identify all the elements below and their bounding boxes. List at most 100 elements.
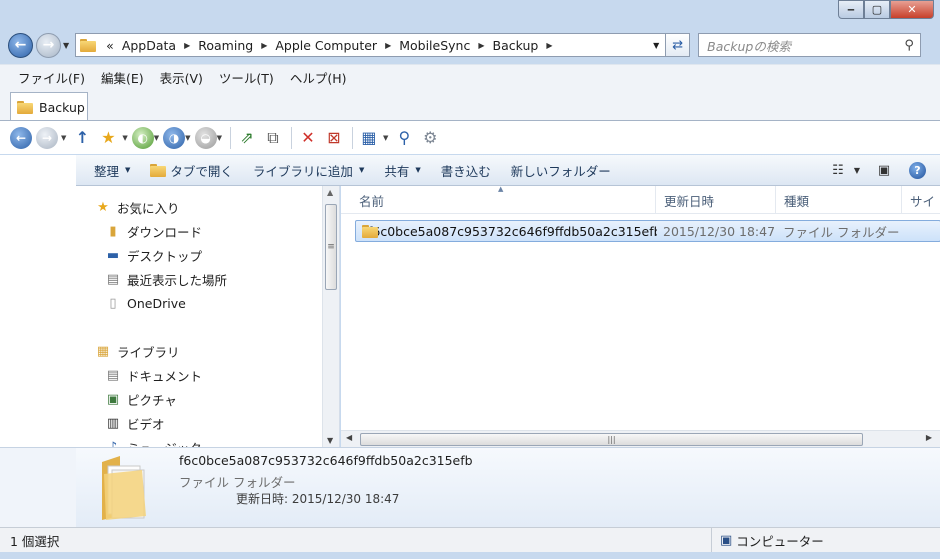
refresh-button[interactable]: ⇄ <box>666 33 691 57</box>
column-header-size[interactable]: サイ <box>902 186 940 214</box>
column-header-date[interactable]: 更新日時 <box>656 186 776 214</box>
downloads-folder-icon: ▮ <box>109 223 117 239</box>
share-label: 共有 <box>384 163 410 179</box>
nav-label: 最近表示した場所 <box>127 272 228 288</box>
toolbar-separator <box>290 126 292 149</box>
column-header-type[interactable]: 種類 <box>776 186 902 214</box>
new-folder-button[interactable]: 新しいフォルダー <box>501 161 621 180</box>
scroll-right-icon[interactable]: ▶ <box>926 433 932 442</box>
chevron-right-icon[interactable]: ▶ <box>180 41 194 50</box>
table-row[interactable]: f6c0bce5a087c953732c646f9ffdb50a2c315efb… <box>355 220 940 242</box>
chevron-down-icon[interactable]: ▼ <box>383 134 388 142</box>
menu-bar: ファイル(F) 編集(E) 表示(V) ツール(T) ヘルプ(H) <box>0 64 940 90</box>
column-label: 種類 <box>784 193 810 209</box>
up-arrow-icon[interactable]: ↑ <box>70 126 94 150</box>
delete-window-icon[interactable]: ⊠ <box>322 126 346 150</box>
breadcrumb-backup[interactable]: Backup <box>489 38 543 53</box>
nav-recent-places[interactable]: ▤ 最近表示した場所 <box>104 268 227 290</box>
menu-view[interactable]: 表示(V) <box>152 68 211 87</box>
nav-libraries[interactable]: ▦ ライブラリ <box>94 340 180 362</box>
search-icon[interactable]: ⚲ <box>898 38 920 53</box>
chevron-down-icon[interactable]: ▼ <box>61 134 66 142</box>
column-header-name[interactable]: ▲ 名前 <box>341 185 656 214</box>
back-arrow-icon: ← <box>14 37 27 53</box>
chevron-down-icon[interactable]: ▼ <box>185 134 190 142</box>
status-location: ▣ コンピューター <box>712 531 824 550</box>
chevron-right-icon[interactable]: ▶ <box>474 41 488 50</box>
back-button[interactable]: ← <box>8 32 33 58</box>
view-dropdown-icon[interactable]: ▼ <box>851 166 863 175</box>
organize-button[interactable]: 整理 ▼ <box>76 161 140 180</box>
nav-downloads[interactable]: ▮ ダウンロード <box>104 220 202 242</box>
details-modified-date: 更新日時: 2015/12/30 18:47 <box>236 492 400 506</box>
tab-backup[interactable]: Backup <box>10 92 88 121</box>
globe-disabled-icon[interactable]: ◒ <box>194 126 217 149</box>
copy-to-icon[interactable]: ⧉ <box>261 126 285 150</box>
globe-forward-icon[interactable]: ◑ <box>163 126 186 149</box>
nav-favorites[interactable]: ★ お気に入り <box>94 196 179 218</box>
command-bar: 整理 ▼ タブで開く ライブラリに追加 ▼ 共有 ▼ 書き込む 新しいフォルダー ☷ … <box>76 155 940 186</box>
scroll-up-icon[interactable]: ▲ <box>327 188 333 197</box>
open-in-tab-button[interactable]: タブで開く <box>140 161 243 180</box>
chevron-right-icon[interactable]: ▶ <box>257 41 271 50</box>
chevron-down-icon[interactable]: ▼ <box>154 134 159 142</box>
nav-scroll-thumb[interactable]: ≡ <box>325 204 337 290</box>
horizontal-scrollbar[interactable]: ◀ ||| ▶ <box>341 430 940 447</box>
breadcrumb-mobilesync[interactable]: MobileSync <box>395 38 474 53</box>
libraries-icon: ▦ <box>96 343 110 359</box>
share-button[interactable]: 共有 ▼ <box>374 161 430 180</box>
new-folder-label: 新しいフォルダー <box>510 163 611 179</box>
menu-file[interactable]: ファイル(F) <box>10 68 93 87</box>
move-to-icon[interactable]: ⇗ <box>235 126 259 150</box>
star-icon[interactable]: ★ <box>96 126 120 150</box>
chevron-right-icon[interactable]: ▶ <box>381 41 395 50</box>
chevron-down-icon[interactable]: ▼ <box>122 134 127 142</box>
forward-arrow-icon: → <box>42 37 55 53</box>
scroll-down-icon[interactable]: ▼ <box>327 436 333 445</box>
minimize-button[interactable]: ‒ <box>838 0 864 19</box>
nav-documents[interactable]: ▤ ドキュメント <box>104 364 202 386</box>
address-dropdown-icon[interactable]: ▼ <box>647 41 665 50</box>
address-bar[interactable]: « AppData ▶ Roaming ▶ Apple Computer ▶ M… <box>75 33 667 57</box>
chevron-down-icon[interactable]: ▼ <box>217 134 222 142</box>
nav-music[interactable]: ♪ ミュージック <box>104 436 202 448</box>
search-input[interactable]: Backupの検索 ⚲ <box>698 33 922 57</box>
change-view-icon[interactable]: ☷ <box>825 163 851 178</box>
nav-pictures[interactable]: ▣ ピクチャ <box>104 388 177 410</box>
menu-edit[interactable]: 編集(E) <box>93 68 152 87</box>
add-to-library-label: ライブラリに追加 <box>252 163 353 179</box>
view-options-icon[interactable]: ▦ <box>357 126 381 150</box>
forward-button[interactable]: → <box>36 32 61 58</box>
help-icon[interactable]: ? <box>909 161 926 179</box>
globe-back-icon[interactable]: ◐ <box>131 126 154 149</box>
scroll-left-icon[interactable]: ◀ <box>346 433 352 442</box>
nav-onedrive[interactable]: ▯ OneDrive <box>104 292 185 314</box>
folder-icon <box>80 38 97 52</box>
add-to-library-button[interactable]: ライブラリに追加 ▼ <box>243 161 374 180</box>
breadcrumb-roaming[interactable]: Roaming <box>194 38 257 53</box>
menu-tools[interactable]: ツール(T) <box>211 68 282 87</box>
nav-scrollbar[interactable]: ▲ ≡ ▼ <box>322 186 339 447</box>
horizontal-scroll-thumb[interactable]: ||| <box>360 433 863 446</box>
chevron-right-icon[interactable]: ▶ <box>542 41 556 50</box>
settings-gear-icon[interactable]: ⚙ <box>418 126 442 150</box>
toolbar-back-icon[interactable]: ← <box>10 126 32 149</box>
breadcrumb-apple-computer[interactable]: Apple Computer <box>271 38 381 53</box>
delete-icon[interactable]: ✕ <box>296 126 320 150</box>
menu-help[interactable]: ヘルプ(H) <box>282 68 355 87</box>
file-date: 2015/12/30 18:47 <box>663 223 776 239</box>
tab-strip: Backup <box>0 90 940 121</box>
burn-button[interactable]: 書き込む <box>431 161 501 180</box>
recent-pages-dropdown[interactable]: ▼ <box>63 41 69 50</box>
star-icon: ★ <box>97 199 109 215</box>
toolbar-separator <box>229 126 231 149</box>
toolbar-forward-icon[interactable]: → <box>36 126 58 149</box>
nav-desktop[interactable]: ▬ デスクトップ <box>104 244 202 266</box>
breadcrumb-appdata[interactable]: AppData <box>118 38 180 53</box>
pin-icon[interactable]: ⚲ <box>392 126 416 150</box>
maximize-button[interactable]: ▢ <box>864 0 890 19</box>
nav-videos[interactable]: ▥ ビデオ <box>104 412 165 434</box>
breadcrumb-overflow[interactable]: « <box>102 38 118 53</box>
close-button[interactable]: ✕ <box>890 0 934 19</box>
preview-pane-icon[interactable]: ▣ <box>871 163 897 178</box>
